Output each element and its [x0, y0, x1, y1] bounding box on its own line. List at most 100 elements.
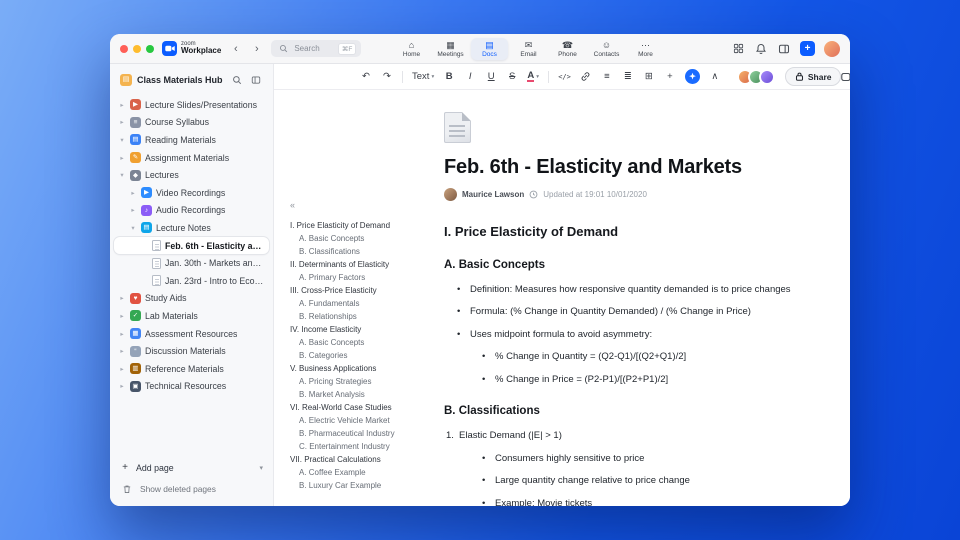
- link-button[interactable]: [580, 71, 592, 82]
- outline-item[interactable]: III. Cross-Price Elasticity: [290, 284, 438, 297]
- italic-button[interactable]: I: [464, 70, 476, 84]
- add-page-button[interactable]: + Add page ▾: [120, 462, 263, 473]
- sidebar-item[interactable]: ▾ ▤ Lecture Notes: [114, 219, 269, 237]
- underline-button[interactable]: U: [485, 70, 497, 84]
- nav-tab-docs[interactable]: ▤ Docs: [471, 38, 508, 60]
- chevron-right-icon[interactable]: ▸: [129, 206, 137, 214]
- chevron-right-icon[interactable]: ▸: [118, 154, 126, 162]
- code-button[interactable]: </>: [558, 70, 571, 84]
- fullscreen-button[interactable]: [146, 44, 154, 53]
- outline-item[interactable]: B. Classifications: [290, 245, 438, 258]
- sidebar-item[interactable]: ▸ ≡ Course Syllabus: [114, 114, 269, 132]
- outline-item[interactable]: VII. Practical Calculations: [290, 453, 438, 466]
- outline-item[interactable]: A. Basic Concepts: [290, 232, 438, 245]
- sidebar-item[interactable]: ▾ ◆ Lectures: [114, 166, 269, 184]
- document-body[interactable]: Feb. 6th - Elasticity and Markets Mauric…: [444, 112, 796, 506]
- chevron-right-icon[interactable]: ▸: [118, 347, 126, 355]
- sidebar-item[interactable]: ▸ “ Discussion Materials: [114, 342, 269, 360]
- insert-plus-button[interactable]: +: [664, 70, 676, 84]
- sidebar-collapse-icon[interactable]: [249, 73, 263, 87]
- sidebar-item[interactable]: ▸ ▥ Reference Materials: [114, 360, 269, 378]
- outline-item[interactable]: B. Pharmaceutical Industry: [290, 427, 438, 440]
- chevron-right-icon[interactable]: ▸: [118, 101, 126, 109]
- chevron-right-icon[interactable]: ▸: [129, 189, 137, 197]
- nav-tab-email[interactable]: ✉ Email: [510, 38, 547, 60]
- sidebar-item[interactable]: ▸ ✎ Assignment Materials: [114, 149, 269, 167]
- outline-item[interactable]: A. Pricing Strategies: [290, 375, 438, 388]
- minimize-button[interactable]: [133, 44, 141, 53]
- user-avatar[interactable]: [824, 40, 840, 57]
- document-title[interactable]: Feb. 6th - Elasticity and Markets: [444, 156, 796, 179]
- outline-item[interactable]: B. Luxury Car Example: [290, 479, 438, 492]
- outline-item[interactable]: A. Basic Concepts: [290, 336, 438, 349]
- nav-tab-more[interactable]: ⋯ More: [627, 38, 664, 60]
- new-item-plus-button[interactable]: +: [800, 41, 815, 56]
- chevron-down-icon[interactable]: ▾: [118, 136, 126, 144]
- notifications-bell-icon[interactable]: [754, 42, 768, 56]
- outline-item[interactable]: C. Entertainment Industry: [290, 440, 438, 453]
- chevron-down-icon[interactable]: ▾: [129, 224, 137, 232]
- nav-tab-contacts[interactable]: ☺ Contacts: [588, 38, 625, 60]
- chevron-right-icon[interactable]: ▸: [118, 294, 126, 302]
- sidebar-item[interactable]: Jan. 23rd - Intro to Econo...: [114, 272, 269, 290]
- outline-item[interactable]: V. Business Applications: [290, 362, 438, 375]
- sidebar-search-icon[interactable]: [230, 73, 244, 87]
- chevron-down-icon[interactable]: ▾: [259, 464, 263, 472]
- outline-item[interactable]: B. Categories: [290, 349, 438, 362]
- sidebar-item[interactable]: ▸ ▶ Video Recordings: [114, 184, 269, 202]
- sidebar-item[interactable]: ▸ ♪ Audio Recordings: [114, 202, 269, 220]
- sidebar-item[interactable]: ▸ ▶ Lecture Slides/Presentations: [114, 96, 269, 114]
- chevron-right-icon[interactable]: ▸: [118, 382, 126, 390]
- sidebar-item[interactable]: Jan. 30th - Markets and P...: [114, 254, 269, 272]
- side-panel-toggle-icon[interactable]: [777, 42, 791, 56]
- ai-companion-button[interactable]: [684, 69, 700, 84]
- sidebar-item[interactable]: ▸ ♥ Study Aids: [114, 290, 269, 308]
- video-camera-icon[interactable]: [841, 70, 850, 84]
- outline-item[interactable]: A. Electric Vehicle Market: [290, 414, 438, 427]
- forward-button[interactable]: ›: [250, 41, 263, 57]
- text-color-button[interactable]: A ▾: [527, 70, 539, 84]
- global-search-input[interactable]: Search ⌘F: [271, 40, 362, 57]
- sidebar-item[interactable]: ▾ ▤ Reading Materials: [114, 131, 269, 149]
- show-deleted-pages-button[interactable]: Show deleted pages: [120, 482, 263, 496]
- strikethrough-button[interactable]: S: [506, 70, 518, 84]
- outline-collapse-icon[interactable]: «: [290, 200, 438, 210]
- nav-tab-meetings[interactable]: ▦ Meetings: [432, 38, 469, 60]
- nav-tab-phone[interactable]: ☎ Phone: [549, 38, 586, 60]
- outline-item[interactable]: IV. Income Elasticity: [290, 323, 438, 336]
- bullet-list-button[interactable]: ≡: [601, 70, 613, 84]
- collapse-toolbar-button[interactable]: ∧: [709, 70, 721, 84]
- chevron-right-icon[interactable]: ▸: [118, 118, 126, 126]
- apps-grid-icon[interactable]: [731, 42, 745, 56]
- outline-item[interactable]: A. Fundamentals: [290, 297, 438, 310]
- nav-tab-home[interactable]: ⌂ Home: [393, 38, 430, 60]
- bold-button[interactable]: B: [443, 70, 455, 84]
- search-placeholder: Search: [294, 44, 320, 53]
- outline-item[interactable]: VI. Real-World Case Studies: [290, 401, 438, 414]
- text-style-dropdown[interactable]: Text ▾: [412, 70, 434, 84]
- chevron-down-icon[interactable]: ▾: [118, 171, 126, 179]
- sidebar-item[interactable]: ▸ ▣ Technical Resources: [114, 378, 269, 396]
- outline-item[interactable]: I. Price Elasticity of Demand: [290, 219, 438, 232]
- redo-button[interactable]: ↷: [381, 70, 393, 84]
- undo-button[interactable]: ↶: [360, 70, 372, 84]
- collaborator-avatar[interactable]: [758, 68, 775, 85]
- chevron-right-icon[interactable]: ▸: [118, 312, 126, 320]
- sidebar-item[interactable]: Feb. 6th - Elasticity and M...: [114, 236, 269, 255]
- share-button[interactable]: Share: [784, 67, 842, 86]
- outline-item[interactable]: II. Determinants of Elasticity: [290, 258, 438, 271]
- sidebar-item[interactable]: ▸ ✓ Lab Materials: [114, 307, 269, 325]
- close-button[interactable]: [120, 44, 128, 53]
- outline-item[interactable]: A. Coffee Example: [290, 466, 438, 479]
- bullet-marker: •: [457, 328, 461, 340]
- chevron-right-icon[interactable]: ▸: [118, 365, 126, 373]
- doc-scroll-area[interactable]: « I. Price Elasticity of Demand A. Basic …: [274, 90, 850, 506]
- back-button[interactable]: ‹: [229, 41, 242, 57]
- outline-item[interactable]: B. Relationships: [290, 310, 438, 323]
- sidebar-item[interactable]: ▸ ▦ Assessment Resources: [114, 325, 269, 343]
- chevron-right-icon[interactable]: ▸: [118, 330, 126, 338]
- align-button[interactable]: ≣: [622, 70, 634, 84]
- outline-item[interactable]: A. Primary Factors: [290, 271, 438, 284]
- insert-table-button[interactable]: ⊞: [643, 70, 655, 84]
- outline-item[interactable]: B. Market Analysis: [290, 388, 438, 401]
